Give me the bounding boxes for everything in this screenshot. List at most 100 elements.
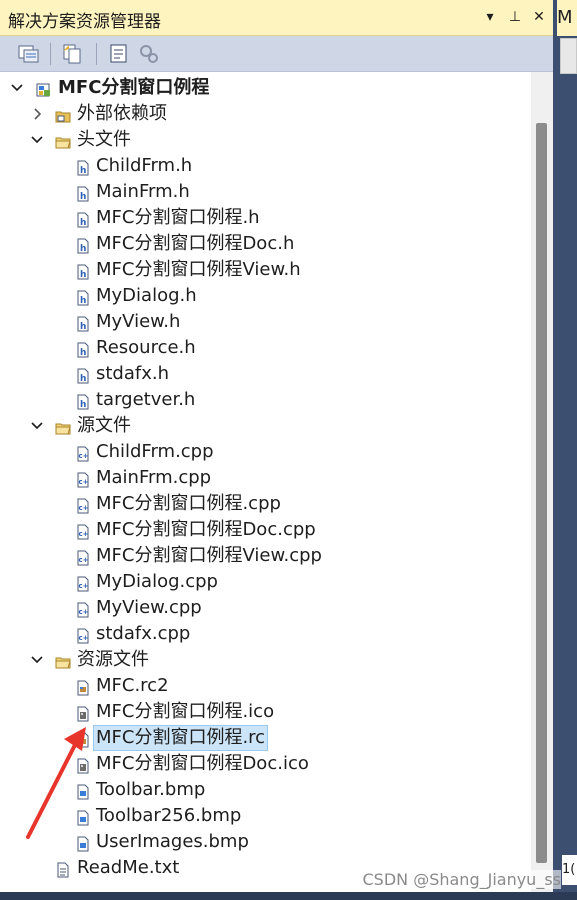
folder-open-icon	[55, 652, 71, 669]
tree-item[interactable]: 源文件	[0, 413, 530, 439]
header-file-icon: h	[75, 210, 91, 228]
text-file-icon	[55, 860, 71, 878]
tree-item-label: MyView.cpp	[96, 597, 202, 618]
tree-item-label: Toolbar256.bmp	[96, 805, 242, 826]
tree-item-label: MyDialog.h	[96, 285, 197, 306]
svg-text:c+: c+	[79, 582, 89, 590]
tree-item-label: MainFrm.cpp	[96, 467, 212, 488]
editor-lower-fragment: 1(	[562, 855, 577, 885]
folder-open-icon	[55, 418, 71, 435]
header-file-icon: h	[75, 366, 91, 384]
header-file-icon: h	[75, 314, 91, 332]
cpp-file-icon: c+	[75, 600, 91, 618]
resource-file-icon	[75, 678, 91, 696]
header-file-icon: h	[75, 288, 91, 306]
tree-item[interactable]: 资源文件	[0, 647, 530, 673]
tree-item[interactable]: c+ MFC分割窗口例程View.cpp	[0, 543, 530, 569]
svg-text:h: h	[80, 244, 86, 254]
tree-item-label: MFC分割窗口例程View.h	[96, 259, 301, 280]
tree-item[interactable]: h stdafx.h	[0, 361, 530, 387]
close-icon[interactable]: ✕	[528, 6, 550, 28]
tree-item-label: targetver.h	[96, 389, 196, 410]
svg-text:h: h	[80, 166, 86, 176]
svg-text:h: h	[80, 270, 86, 280]
tree-item[interactable]: h MyView.h	[0, 309, 530, 335]
header-file-icon: h	[75, 262, 91, 280]
tree-item[interactable]: MFC.rc2	[0, 673, 530, 699]
tree-item[interactable]: c+ MainFrm.cpp	[0, 465, 530, 491]
collapse-chevron-icon[interactable]	[30, 127, 44, 153]
tree-item-label: MFC分割窗口例程.h	[96, 207, 260, 228]
expand-chevron-icon[interactable]	[30, 101, 44, 127]
editor-lower-text: 1(	[562, 862, 576, 877]
svg-text:h: h	[80, 348, 86, 358]
svg-text:c+: c+	[79, 530, 89, 538]
tree-item[interactable]: c+ MyDialog.cpp	[0, 569, 530, 595]
tree-item-label: 头文件	[77, 129, 131, 150]
tree-item[interactable]: c+ MyView.cpp	[0, 595, 530, 621]
svg-text:c+: c+	[79, 608, 89, 616]
annotation-arrow	[26, 727, 86, 839]
tree-item-label: MFC分割窗口例程View.cpp	[96, 545, 322, 566]
tree-item-label: ChildFrm.h	[96, 155, 193, 176]
tree-item[interactable]: c+ stdafx.cpp	[0, 621, 530, 647]
tree-item-label: 外部依赖项	[77, 103, 167, 124]
icon-file-icon	[75, 704, 91, 722]
tree-item[interactable]: 头文件	[0, 127, 530, 153]
show-all-files-icon[interactable]	[60, 41, 86, 67]
properties-icon[interactable]	[16, 41, 42, 67]
svg-text:h: h	[80, 374, 86, 384]
svg-text:h: h	[80, 296, 86, 306]
tree-item-label: 源文件	[77, 415, 131, 436]
panel-toolbar	[0, 36, 553, 72]
folder-reference-icon	[55, 106, 71, 123]
tree-item-label: MFC分割窗口例程Doc.h	[96, 233, 295, 254]
tree-item[interactable]: MFC分割窗口例程.ico	[0, 699, 530, 725]
tree-item[interactable]: h MyDialog.h	[0, 283, 530, 309]
tree-item[interactable]: h MFC分割窗口例程.h	[0, 205, 530, 231]
tree-item[interactable]: h Resource.h	[0, 335, 530, 361]
svg-text:c+: c+	[79, 634, 89, 642]
collapse-chevron-icon[interactable]	[10, 75, 24, 101]
editor-document-tab[interactable]	[560, 38, 577, 74]
tree-item[interactable]: c+ MFC分割窗口例程Doc.cpp	[0, 517, 530, 543]
tree-item[interactable]: h MainFrm.h	[0, 179, 530, 205]
tree-item-label: MFC分割窗口例程Doc.ico	[96, 753, 309, 774]
header-file-icon: h	[75, 236, 91, 254]
tree-item[interactable]: h MFC分割窗口例程Doc.h	[0, 231, 530, 257]
folder-open-icon	[55, 132, 71, 149]
cpp-file-icon: c+	[75, 626, 91, 644]
tree-item-label: stdafx.cpp	[96, 623, 191, 644]
editor-title-fragment: M	[557, 7, 573, 28]
tree-item-label: UserImages.bmp	[96, 831, 249, 852]
collapse-chevron-icon[interactable]	[30, 413, 44, 439]
tree-item[interactable]: c+ MFC分割窗口例程.cpp	[0, 491, 530, 517]
watermark: CSDN @Shang_Jianyu_ss	[362, 870, 561, 889]
tree-item[interactable]: h ChildFrm.h	[0, 153, 530, 179]
tree-item-label: 资源文件	[77, 649, 149, 670]
tree-item[interactable]: MFC分割窗口例程	[0, 75, 530, 101]
tree-item-label: MFC分割窗口例程	[58, 77, 210, 98]
svg-text:c+: c+	[79, 504, 89, 512]
header-file-icon: h	[75, 158, 91, 176]
panel-titlebar: 解决方案资源管理器 ▾ ⊥ ✕	[0, 0, 553, 36]
collapse-chevron-icon[interactable]	[30, 647, 44, 673]
window-position-dropdown-icon[interactable]: ▾	[479, 6, 501, 28]
tree-item[interactable]: c+ ChildFrm.cpp	[0, 439, 530, 465]
project-icon	[36, 80, 52, 97]
tree-item[interactable]: h targetver.h	[0, 387, 530, 413]
scrollbar-thumb[interactable]	[536, 123, 547, 863]
cpp-file-icon: c+	[75, 522, 91, 540]
svg-text:c+: c+	[79, 452, 89, 460]
view-class-diagram-icon[interactable]	[106, 41, 132, 67]
tree-item-label: MFC分割窗口例程.ico	[96, 701, 275, 722]
tree-item[interactable]: 外部依赖项	[0, 101, 530, 127]
auto-hide-pin-icon[interactable]: ⊥	[504, 6, 526, 28]
svg-text:h: h	[80, 400, 86, 410]
tree-item-label: MFC分割窗口例程.cpp	[96, 493, 281, 514]
svg-text:c+: c+	[79, 478, 89, 486]
tree-item[interactable]: h MFC分割窗口例程View.h	[0, 257, 530, 283]
refresh-icon[interactable]	[136, 41, 162, 67]
tree-item-label: MFC.rc2	[96, 675, 169, 696]
cpp-file-icon: c+	[75, 574, 91, 592]
